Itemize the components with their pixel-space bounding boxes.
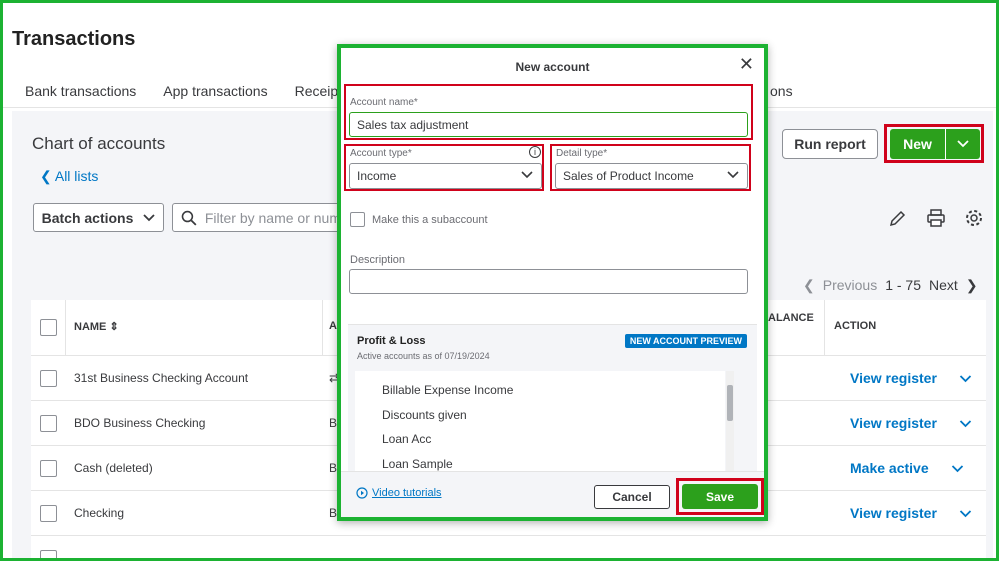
chevron-down-icon[interactable]: [959, 375, 972, 383]
save-button[interactable]: Save: [682, 484, 758, 509]
table-tools: [888, 208, 984, 228]
scrollbar-thumb[interactable]: [727, 385, 733, 421]
printer-icon[interactable]: [926, 208, 946, 228]
account-name: 31st Business Checking Account: [74, 371, 249, 385]
cancel-button[interactable]: Cancel: [594, 485, 670, 509]
name-column-header[interactable]: NAME ⇕: [74, 320, 119, 333]
account-type-label: Account type*: [350, 148, 412, 159]
action-column-header: ACTION: [834, 320, 877, 332]
all-lists-label: All lists: [54, 168, 99, 184]
view-register-link[interactable]: View register: [850, 505, 937, 521]
table-row: [31, 536, 986, 558]
column-divider: [322, 300, 323, 356]
account-type: B: [329, 416, 338, 430]
tab-app-transactions[interactable]: App transactions: [163, 83, 267, 99]
preview-title: Profit & Loss: [357, 335, 426, 347]
subaccount-label: Make this a subaccount: [372, 214, 488, 226]
next-page-button[interactable]: Next: [929, 277, 958, 294]
list-item: Loan Sample: [382, 457, 453, 471]
close-icon[interactable]: ✕: [739, 54, 754, 75]
detail-type-value: Sales of Product Income: [563, 169, 694, 183]
tab-bank-transactions[interactable]: Bank transactions: [25, 83, 136, 99]
row-checkbox[interactable]: [40, 505, 57, 522]
account-type: B: [329, 506, 338, 520]
account-name: BDO Business Checking: [74, 416, 206, 430]
make-active-link[interactable]: Make active: [850, 460, 929, 476]
new-account-preview-badge: NEW ACCOUNT PREVIEW: [624, 334, 747, 348]
info-icon[interactable]: i: [529, 146, 541, 158]
select-all-checkbox[interactable]: [40, 319, 57, 336]
preview-subtitle: Active accounts as of 07/19/2024: [357, 351, 490, 361]
column-divider: [824, 300, 825, 356]
chevron-right-icon: ❯: [965, 277, 978, 293]
tab-bar: Bank transactions App transactions Recei…: [25, 83, 376, 99]
chevron-down-icon[interactable]: [951, 465, 964, 473]
name-header-label: NAME: [74, 321, 107, 333]
batch-actions-button[interactable]: Batch actions: [33, 203, 164, 232]
description-label: Description: [350, 254, 406, 266]
account-type: B: [329, 461, 338, 475]
chevron-left-icon: ❮: [803, 277, 815, 293]
filter-input[interactable]: Filter by name or num: [172, 203, 342, 232]
video-tutorials-link[interactable]: Video tutorials: [356, 487, 442, 499]
previous-page-button[interactable]: Previous: [823, 277, 877, 294]
new-button[interactable]: New: [890, 129, 980, 159]
account-name-label: Account name*: [350, 97, 418, 108]
account-name: Checking: [74, 506, 125, 520]
row-checkbox[interactable]: [40, 550, 57, 558]
detail-type-select[interactable]: Sales of Product Income: [555, 163, 748, 189]
filter-placeholder: Filter by name or num: [204, 209, 341, 226]
chevron-left-icon: ❮: [40, 168, 52, 184]
sort-icon: ⇕: [109, 321, 119, 333]
description-input[interactable]: [349, 269, 748, 294]
account-preview-panel: Profit & Loss Active accounts as of 07/1…: [348, 324, 757, 477]
chart-of-accounts-title: Chart of accounts: [32, 134, 166, 153]
pencil-icon[interactable]: [888, 208, 908, 228]
account-type-select[interactable]: Income: [349, 163, 542, 189]
account-name-value: Sales tax adjustment: [357, 117, 469, 132]
view-register-link[interactable]: View register: [850, 370, 937, 386]
row-checkbox[interactable]: [40, 415, 57, 432]
batch-actions-label: Batch actions: [41, 209, 134, 226]
new-account-dialog: New account ✕ Account name* Sales tax ad…: [337, 44, 768, 521]
search-icon: [181, 210, 197, 226]
account-name: Cash (deleted): [74, 461, 153, 475]
row-checkbox[interactable]: [40, 460, 57, 477]
new-button-label[interactable]: New: [890, 129, 946, 159]
page-title: Transactions: [12, 28, 136, 50]
row-checkbox[interactable]: [40, 370, 57, 387]
chevron-down-icon[interactable]: [959, 420, 972, 428]
chevron-down-icon[interactable]: [959, 510, 972, 518]
gear-icon[interactable]: [964, 208, 984, 228]
detail-type-label: Detail type*: [556, 148, 608, 159]
balance-column-header: ALANCE: [768, 312, 814, 324]
dialog-title: New account: [515, 60, 590, 74]
subaccount-checkbox[interactable]: [350, 212, 365, 227]
page-range: 1 - 75: [885, 277, 922, 293]
all-lists-link[interactable]: ❮ All lists: [40, 168, 98, 185]
video-tutorials-label: Video tutorials: [372, 487, 442, 499]
tab-partial[interactable]: ons: [770, 83, 793, 99]
dialog-footer: Video tutorials Cancel Save: [341, 471, 764, 517]
chevron-down-icon: [727, 171, 739, 179]
new-dropdown-toggle[interactable]: [946, 129, 980, 159]
type-column-header[interactable]: A: [329, 320, 337, 332]
list-item: Loan Acc: [382, 432, 432, 446]
chevron-down-icon: [143, 213, 156, 221]
preview-account-list[interactable]: Billable Expense Income Discounts given …: [355, 371, 725, 477]
chevron-down-icon: [957, 140, 969, 148]
account-name-input[interactable]: Sales tax adjustment: [349, 112, 748, 137]
run-report-button[interactable]: Run report: [782, 129, 878, 159]
play-icon: [356, 487, 368, 499]
column-divider: [65, 300, 66, 356]
account-type-value: Income: [357, 169, 397, 183]
list-item: Billable Expense Income: [382, 383, 514, 397]
view-register-link[interactable]: View register: [850, 415, 937, 431]
screenshot-frame: Transactions Bank transactions App trans…: [0, 0, 999, 561]
chevron-down-icon: [521, 171, 533, 179]
pagination: ❮ Previous 1 - 75 Next ❯: [803, 277, 978, 294]
list-item: Discounts given: [382, 408, 467, 422]
